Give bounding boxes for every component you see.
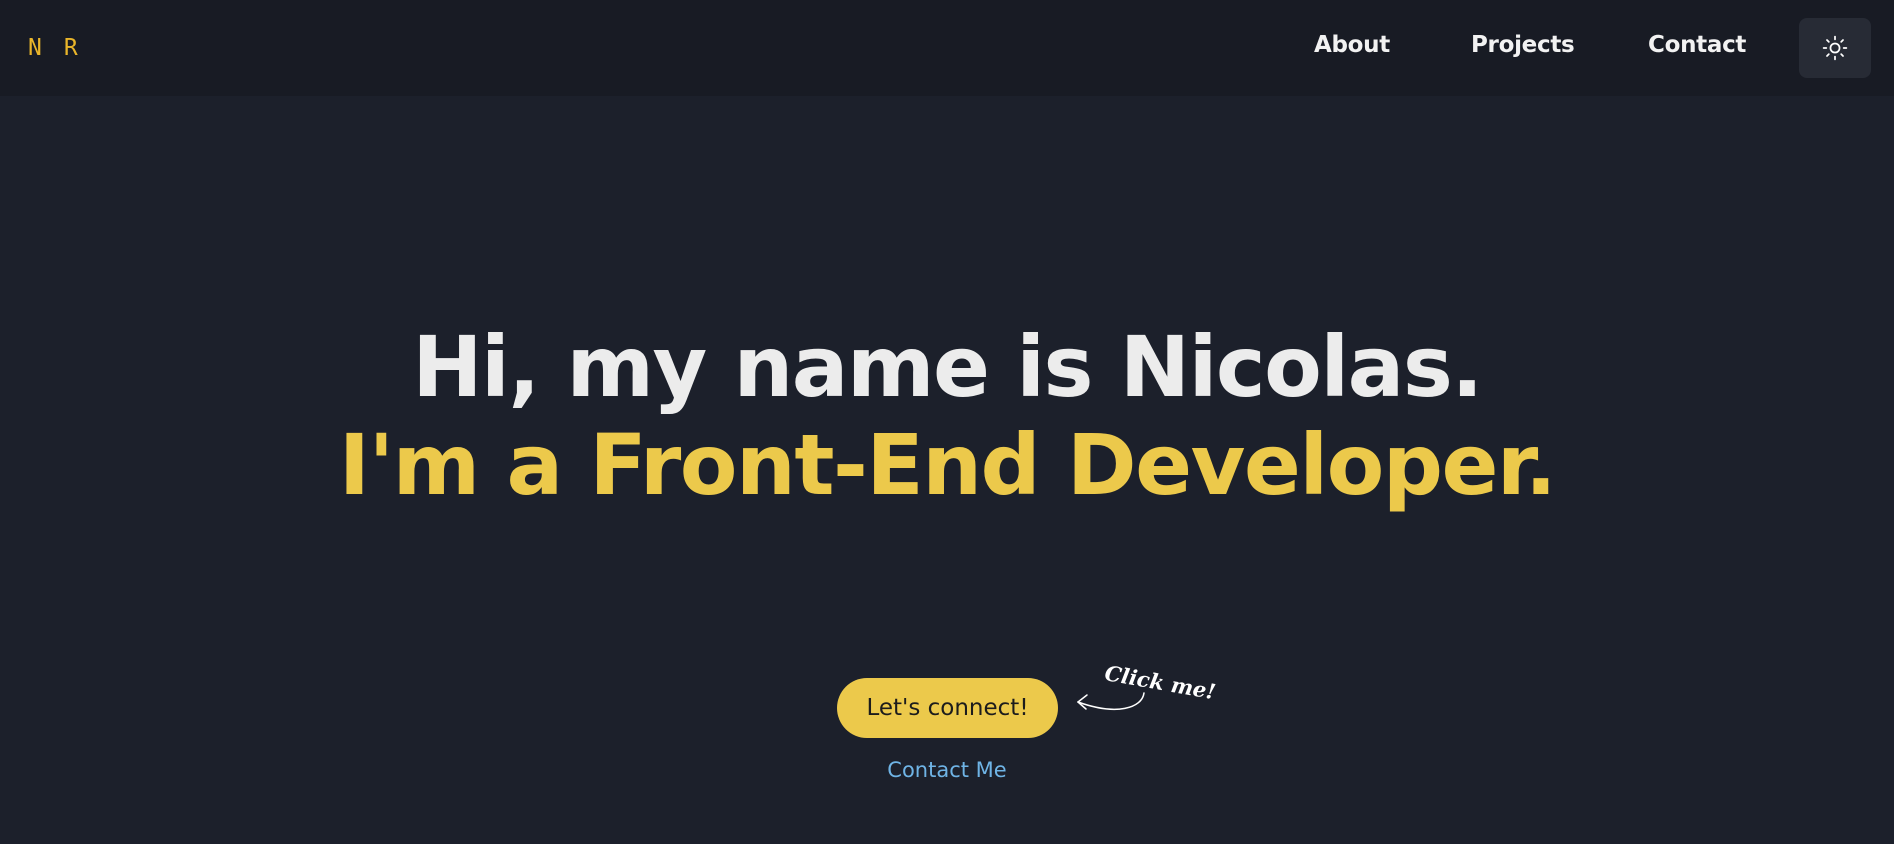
sun-icon: [1822, 35, 1848, 61]
navbar: N R About Projects Contact: [0, 0, 1894, 96]
contact-me-container: Contact Me: [0, 758, 1894, 782]
nav-link-about[interactable]: About: [1314, 32, 1390, 58]
hero-greeting: Hi, my name is Nicolas.: [412, 318, 1483, 416]
logo[interactable]: N R: [28, 34, 78, 62]
nav-link-contact[interactable]: Contact: [1648, 32, 1746, 58]
hero-role: I'm a Front-End Developer.: [338, 416, 1557, 514]
theme-toggle-button[interactable]: [1799, 18, 1871, 78]
logo-letter-second: R: [63, 35, 78, 61]
portfolio-page: N R About Projects Contact Hi, my name i…: [0, 0, 1894, 844]
logo-letter-first: N: [28, 35, 42, 61]
curved-arrow-icon: [1077, 692, 1145, 710]
nav-link-projects[interactable]: Projects: [1471, 32, 1575, 58]
contact-me-link[interactable]: Contact Me: [887, 758, 1006, 782]
lets-connect-button[interactable]: Let's connect!: [837, 678, 1058, 738]
